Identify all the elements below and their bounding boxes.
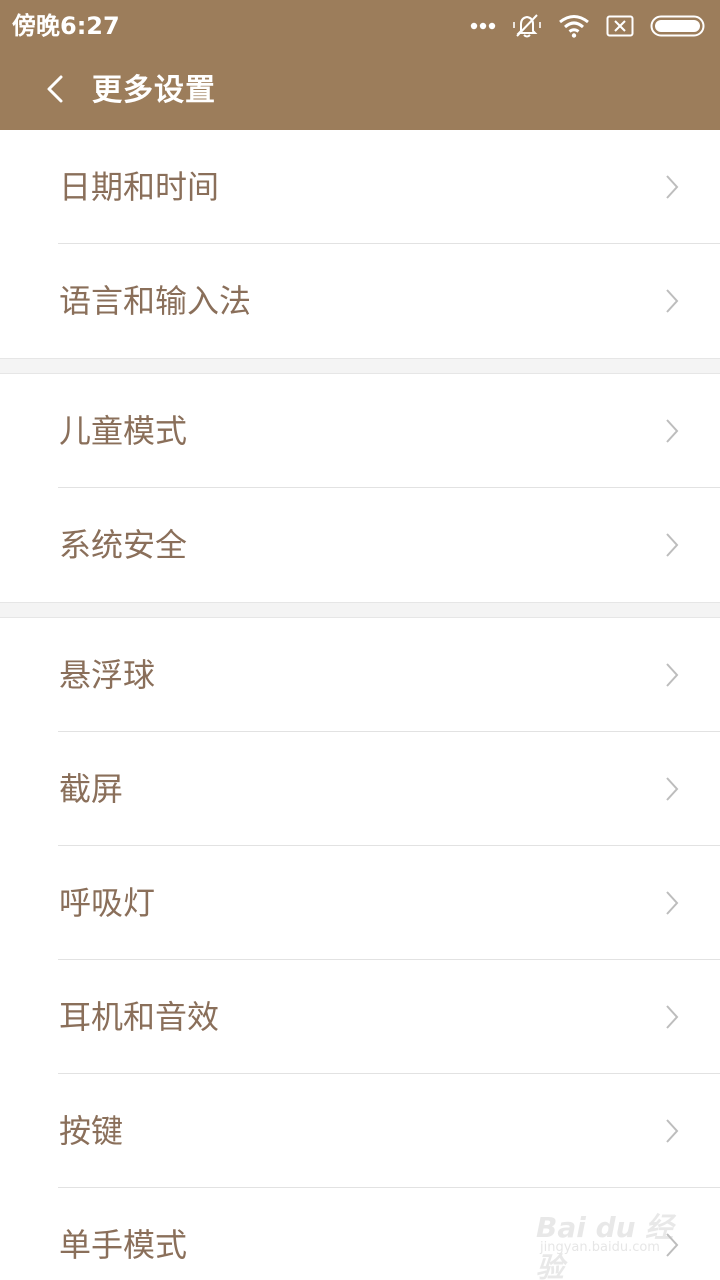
chevron-right-icon	[666, 891, 679, 915]
settings-item-label: 呼吸灯	[59, 884, 156, 922]
group-gap	[0, 602, 720, 618]
chevron-right-icon	[666, 533, 679, 557]
chevron-right-icon	[666, 777, 679, 801]
settings-item-label: 悬浮球	[59, 656, 156, 694]
no-sim-icon	[606, 15, 634, 37]
screen: 傍晚6:27 更多设置 日期和时间 语言和输入法 儿童模式 系统安全 悬浮球 截…	[0, 0, 720, 1280]
watermark: Bai du 经验 jingyan.baidu.com	[534, 1206, 684, 1280]
chevron-right-icon	[666, 1119, 679, 1143]
chevron-right-icon	[666, 175, 679, 199]
chevron-right-icon	[666, 663, 679, 687]
group-gap	[0, 358, 720, 374]
settings-item-kids-mode[interactable]: 儿童模式	[0, 374, 720, 488]
settings-item-label: 日期和时间	[59, 168, 220, 206]
settings-item-label: 儿童模式	[59, 412, 188, 450]
wifi-icon	[558, 14, 590, 38]
settings-item-label: 单手模式	[59, 1226, 188, 1264]
settings-item-label: 系统安全	[59, 526, 188, 564]
settings-item-system-security[interactable]: 系统安全	[0, 488, 720, 602]
more-dots-icon	[470, 22, 496, 30]
settings-item-screenshot[interactable]: 截屏	[0, 732, 720, 846]
chevron-right-icon	[666, 419, 679, 443]
settings-item-notification-light[interactable]: 呼吸灯	[0, 846, 720, 960]
settings-group: 日期和时间 语言和输入法	[0, 130, 720, 358]
settings-group: 儿童模式 系统安全	[0, 374, 720, 602]
status-time: 傍晚6:27	[12, 12, 120, 40]
settings-list: 日期和时间 语言和输入法 儿童模式 系统安全 悬浮球 截屏 呼吸灯 耳机和音效 …	[0, 130, 720, 1280]
settings-item-label: 截屏	[59, 770, 124, 808]
settings-item-label: 语言和输入法	[59, 282, 252, 320]
page-title: 更多设置	[92, 73, 216, 108]
battery-icon	[650, 14, 708, 38]
action-bar: 更多设置	[0, 52, 720, 130]
settings-item-date-time[interactable]: 日期和时间	[0, 130, 720, 244]
back-button[interactable]	[30, 66, 80, 116]
watermark-url: jingyan.baidu.com	[540, 1240, 660, 1255]
settings-group: 悬浮球 截屏 呼吸灯 耳机和音效 按键 单手模式	[0, 618, 720, 1280]
chevron-right-icon	[666, 289, 679, 313]
status-bar: 傍晚6:27	[0, 0, 720, 52]
chevron-right-icon	[666, 1005, 679, 1029]
settings-item-headphones-audio[interactable]: 耳机和音效	[0, 960, 720, 1074]
settings-item-buttons[interactable]: 按键	[0, 1074, 720, 1188]
chevron-left-icon	[45, 74, 65, 108]
settings-item-language-input[interactable]: 语言和输入法	[0, 244, 720, 358]
settings-item-label: 耳机和音效	[59, 998, 220, 1036]
bell-mute-icon	[512, 12, 542, 40]
settings-item-floating-ball[interactable]: 悬浮球	[0, 618, 720, 732]
settings-item-label: 按键	[59, 1112, 124, 1150]
status-icons	[470, 10, 708, 42]
